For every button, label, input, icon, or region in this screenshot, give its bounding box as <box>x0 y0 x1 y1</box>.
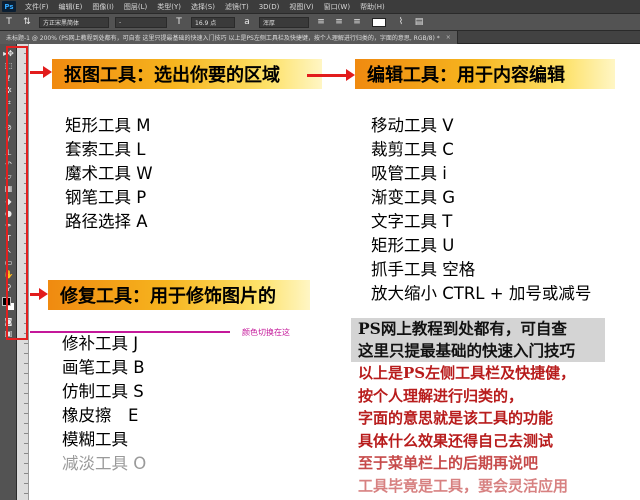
arrow-to-repair-banner <box>30 288 48 300</box>
font-family-select[interactable]: 方正宋黑简体 <box>39 16 109 28</box>
edit-tools-list: 移动工具 V 裁剪工具 C 吸管工具 i 渐变工具 G 文字工具 T 矩形工具 U 抓手工具… <box>371 114 591 306</box>
arrow-to-edit-banner <box>307 69 355 81</box>
document-tab[interactable]: 未标题-1 @ 200% (PS网上教程到处都有，可自查 这里只提最基础的快速入… <box>0 30 458 44</box>
edit-tool-item: 抓手工具 空格 <box>371 260 476 279</box>
repair-tool-item: 画笔工具 B <box>62 358 145 377</box>
edit-tool-item: 渐变工具 G <box>371 188 456 207</box>
font-style-select[interactable]: - <box>115 16 167 28</box>
selection-tools-banner: 抠图工具：选出你要的区域 <box>52 59 322 89</box>
character-panel-icon[interactable]: ▤ <box>413 16 425 28</box>
vertical-ruler[interactable] <box>17 44 29 500</box>
note-intro-line: PS网上教程到处都有，可自查 <box>358 319 567 338</box>
repair-tool-item: 减淡工具 O <box>62 454 147 473</box>
marquee-tool-icon[interactable]: ⬚ <box>0 60 17 72</box>
edit-tool-item: 文字工具 T <box>371 212 453 231</box>
text-color-swatch[interactable] <box>372 17 386 27</box>
pen-tool-icon[interactable]: ✒ <box>0 220 17 232</box>
dodge-tool-icon[interactable]: ● <box>0 208 17 220</box>
align-center-icon[interactable]: ≡ <box>333 16 345 28</box>
crop-tool-icon[interactable]: ⌗ <box>0 97 17 109</box>
menu-layer[interactable]: 图层(L) <box>119 2 152 12</box>
warp-text-icon[interactable]: ⌇ <box>395 16 407 28</box>
note-explanation-line: 字面的意思就是该工具的功能 <box>358 409 554 427</box>
text-orientation-icon[interactable]: ⇅ <box>21 16 33 28</box>
type-tool-preset-icon[interactable]: T <box>3 16 15 28</box>
selection-tool-item: 矩形工具 M <box>65 116 151 135</box>
note-explanation-line: 按个人理解进行归类的， <box>358 386 524 405</box>
foreground-color-swatch[interactable] <box>2 296 11 306</box>
zoom-tool-icon[interactable]: ⚲ <box>0 282 17 294</box>
edit-tool-item: 裁剪工具 C <box>371 140 454 159</box>
antialias-icon: a <box>244 17 250 27</box>
note-intro: PS网上教程到处都有，可自查 这里只提最基础的快速入门技巧 <box>358 318 575 362</box>
color-swatches[interactable] <box>0 296 17 316</box>
selection-tool-item: 路径选择 A <box>65 212 148 231</box>
color-swap-note: 颜色切换在这 <box>242 328 290 337</box>
quick-mask-icon[interactable]: ◙ <box>0 316 17 328</box>
note-explanation: 以上是PS左侧工具栏及快捷健， 按个人理解进行归类的， 字面的意思就是该工具的功能具… <box>358 362 575 497</box>
repair-tools-banner: 修复工具：用于修饰图片的 <box>48 280 310 310</box>
hand-tool-icon[interactable]: ✋ <box>0 269 17 281</box>
align-left-icon[interactable]: ≡ <box>315 16 327 28</box>
eraser-tool-icon[interactable]: ▱ <box>0 171 17 183</box>
menu-3d[interactable]: 3D(D) <box>254 3 285 11</box>
screen-mode-icon[interactable]: ▣ <box>0 328 17 340</box>
align-right-icon[interactable]: ≡ <box>351 16 363 28</box>
photoshop-logo-icon: Ps <box>2 1 16 12</box>
blur-tool-icon[interactable]: ◆ <box>0 196 17 208</box>
font-size-icon: T <box>176 17 182 27</box>
tools-panel: ▸✥ ⬚ ℓ ✲ ⌗ ⁄ ⊘ ∕ ⊥ ↶ ▱ ▦ ◆ ● ✒ T ↖ ▭ ✋ ⚲ ◙ ▣ <box>0 44 17 500</box>
note-explanation-line: 具体什么效果还得自己去测试 <box>358 431 554 450</box>
edit-tool-item: 矩形工具 U <box>371 236 455 255</box>
note-explanation-line: 至于菜单栏上的后期再说吧 <box>358 454 539 472</box>
lasso-tool-icon[interactable]: ℓ <box>0 73 17 85</box>
move-tool-icon[interactable]: ▸✥ <box>0 48 17 60</box>
selection-tools-list: 矩形工具 M 套索工具 L 魔术工具 W 钢笔工具 P 路径选择 A <box>65 114 153 234</box>
repair-tool-item: 仿制工具 S <box>62 382 144 401</box>
brush-tool-icon[interactable]: ∕ <box>0 134 17 146</box>
menu-type[interactable]: 类型(Y) <box>152 2 186 12</box>
edit-tool-item: 吸管工具 i <box>371 164 447 183</box>
healing-brush-tool-icon[interactable]: ⊘ <box>0 122 17 134</box>
document-canvas[interactable]: 抠图工具：选出你要的区域 编辑工具：用于内容编辑 矩形工具 M 套索工具 L 魔术工… <box>30 44 640 500</box>
selection-tool-item: 魔术工具 W <box>65 164 153 183</box>
clone-stamp-tool-icon[interactable]: ⊥ <box>0 146 17 158</box>
menu-image[interactable]: 图像(I) <box>87 2 119 12</box>
edit-tools-banner: 编辑工具：用于内容编辑 <box>355 59 615 89</box>
menu-select[interactable]: 选择(S) <box>186 2 220 12</box>
history-brush-tool-icon[interactable]: ↶ <box>0 159 17 171</box>
edit-tool-item: 移动工具 V <box>371 116 454 135</box>
menu-view[interactable]: 视图(V) <box>284 2 318 12</box>
note-intro-line: 这里只提最基础的快速入门技巧 <box>358 341 576 360</box>
arrow-to-selection-banner <box>30 66 52 78</box>
note-explanation-line: 以上是PS左侧工具栏及快捷健， <box>358 364 576 382</box>
type-tool-icon[interactable]: T <box>0 232 17 244</box>
repair-tool-item: 修补工具 J <box>62 334 139 353</box>
note-explanation-line: 工具毕竟是工具，要会灵活应用 <box>358 476 569 495</box>
edit-tool-item: 放大缩小 CTRL + 加号或减号 <box>371 284 592 303</box>
font-size-select[interactable]: 16.9 点 <box>191 16 235 28</box>
menu-window[interactable]: 窗口(W) <box>319 2 355 12</box>
repair-tools-list: 修补工具 J 画笔工具 B 仿制工具 S 橡皮擦 E 模糊工具减淡工具 O <box>62 332 146 476</box>
menu-bar: Ps 文件(F) 编辑(E) 图像(I) 图层(L) 类型(Y) 选择(S) 滤… <box>0 0 640 13</box>
close-icon[interactable]: × <box>446 34 451 41</box>
menu-edit[interactable]: 编辑(E) <box>54 2 88 12</box>
path-selection-tool-icon[interactable]: ↖ <box>0 245 17 257</box>
menu-file[interactable]: 文件(F) <box>20 2 54 12</box>
menu-help[interactable]: 帮助(H) <box>355 2 390 12</box>
selection-tool-item: 钢笔工具 P <box>65 188 147 207</box>
repair-tool-item: 模糊工具 <box>62 430 128 449</box>
gradient-tool-icon[interactable]: ▦ <box>0 183 17 195</box>
antialias-select[interactable]: 浑厚 <box>259 16 309 28</box>
shape-tool-icon[interactable]: ▭ <box>0 257 17 269</box>
document-tab-title: 未标题-1 @ 200% (PS网上教程到处都有，可自查 这里只提最基础的快速入… <box>6 34 440 42</box>
tool-list: ▸✥ ⬚ ℓ ✲ ⌗ ⁄ ⊘ ∕ ⊥ ↶ ▱ ▦ ◆ ● ✒ T ↖ ▭ ✋ ⚲ <box>0 48 16 294</box>
eyedropper-tool-icon[interactable]: ⁄ <box>0 109 17 121</box>
selection-tool-item: 套索工具 L <box>65 140 146 159</box>
options-bar: T ⇅ 方正宋黑简体 - T 16.9 点 a 浑厚 ≡ ≡ ≡ ⌇ ▤ <box>0 13 640 31</box>
document-tab-bar: 未标题-1 @ 200% (PS网上教程到处都有，可自查 这里只提最基础的快速入… <box>0 30 640 44</box>
magic-wand-tool-icon[interactable]: ✲ <box>0 85 17 97</box>
repair-tool-item: 橡皮擦 E <box>62 406 139 425</box>
menu-filter[interactable]: 滤镜(T) <box>220 2 254 12</box>
